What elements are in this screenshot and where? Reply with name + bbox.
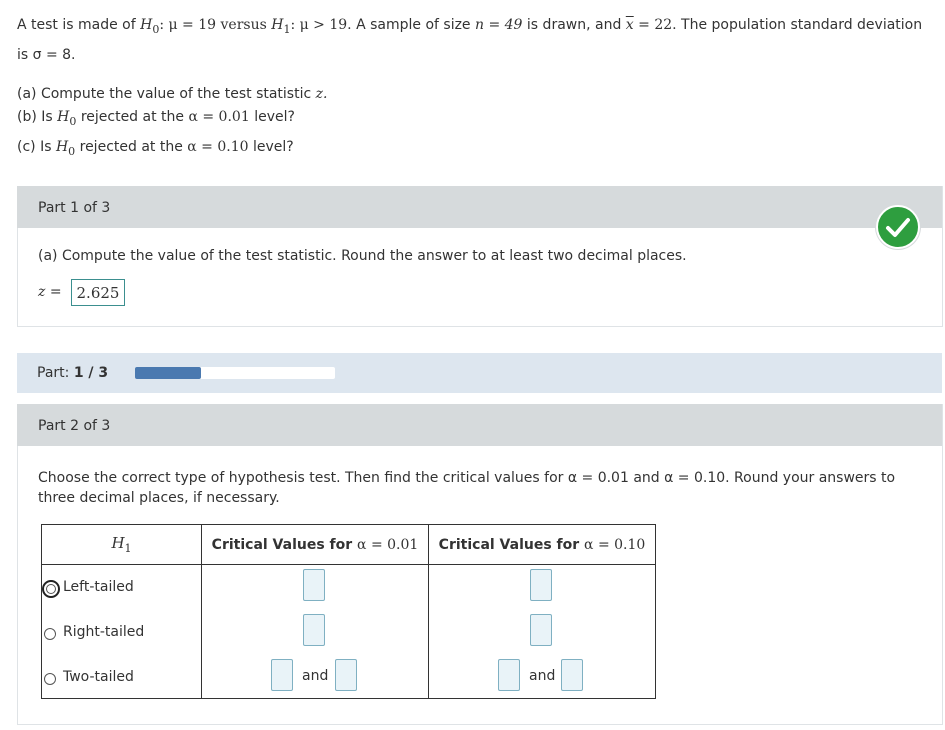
- cv-001-header-text: Critical Values for: [211, 536, 353, 553]
- cv-010-right-input[interactable]: [530, 614, 552, 646]
- question-c-h0: H: [55, 139, 69, 155]
- question-b: (b) Is H0 rejected at the α = 0.01 level…: [17, 109, 295, 128]
- part2-title: Part 2 of 3: [38, 418, 111, 434]
- radio-right-tailed[interactable]: [44, 628, 56, 640]
- question-c-prefix: (c) Is: [17, 139, 52, 155]
- z-answer-input[interactable]: 2.625: [71, 279, 125, 306]
- cv-010-header-alpha: α = 0.10: [584, 536, 646, 553]
- question-a: (a) Compute the value of the test statis…: [17, 86, 327, 102]
- sample-text: A sample of size: [351, 17, 475, 33]
- intro-text: A test is made of: [17, 17, 136, 33]
- question-b-h0: H: [57, 109, 70, 125]
- problem-line-1: A test is made of H0: μ = 19 versus H1: …: [17, 17, 922, 36]
- radio-left-tailed[interactable]: [42, 580, 60, 598]
- question-b-h0-sub: 0: [69, 114, 77, 128]
- cv-001-two-upper-input[interactable]: [335, 659, 357, 691]
- h1-symbol: H: [271, 17, 284, 33]
- z-label: z =: [38, 284, 62, 300]
- cv-001-and-label: and: [302, 668, 329, 684]
- option-two-tailed-label[interactable]: Two-tailed: [63, 669, 134, 685]
- h1-header-symbol: H: [111, 534, 125, 553]
- question-b-suffix: rejected at the: [80, 109, 185, 125]
- h0-statement: : μ = 19 versus: [159, 17, 267, 33]
- pop-text: The population standard deviation: [676, 17, 923, 33]
- cv-001-two-lower-input[interactable]: [271, 659, 293, 691]
- question-c-end: level?: [253, 139, 294, 155]
- part1-title: Part 1 of 3: [38, 200, 111, 216]
- question-b-alpha: α = 0.01: [188, 109, 250, 125]
- question-a-text: (a) Compute the value of the test statis…: [17, 86, 312, 102]
- cv-010-and-label: and: [529, 668, 556, 684]
- xbar-value: = 22.: [633, 17, 677, 33]
- cv-010-two-lower-input[interactable]: [498, 659, 520, 691]
- cv-010-header-text: Critical Values for: [438, 536, 580, 553]
- h1-statement: : μ > 19.: [290, 17, 352, 33]
- question-a-var: z.: [315, 86, 328, 102]
- cv-010-two-upper-input[interactable]: [561, 659, 583, 691]
- question-b-prefix: (b) Is: [17, 109, 53, 125]
- question-c: (c) Is H0 rejected at the α = 0.10 level…: [17, 139, 294, 158]
- cv-010-left-input[interactable]: [530, 569, 552, 601]
- question-b-end: level?: [254, 109, 295, 125]
- progress-bar-fill: [135, 367, 201, 379]
- cv-010-column-header: Critical Values for α = 0.10: [428, 524, 656, 565]
- radio-two-tailed[interactable]: [44, 673, 56, 685]
- part2-instruction-line1: Choose the correct type of hypothesis te…: [38, 470, 896, 486]
- h1-column-header: H1: [41, 524, 202, 565]
- progress-bar: [135, 367, 335, 379]
- part1-header: Part 1 of 3: [17, 186, 942, 228]
- n-expression: n = 49: [475, 17, 523, 33]
- drawn-text: is drawn, and: [522, 17, 626, 33]
- progress-value: 1 / 3: [73, 365, 109, 381]
- xbar-symbol: x: [625, 17, 634, 33]
- check-icon: [876, 205, 920, 249]
- h0-symbol: H: [140, 17, 153, 33]
- question-c-h0-sub: 0: [68, 144, 76, 158]
- cv-001-column-header: Critical Values for α = 0.01: [201, 524, 429, 565]
- option-left-tailed-label[interactable]: Left-tailed: [63, 579, 134, 595]
- h1-header-sub: 1: [124, 541, 132, 555]
- progress-label: Part: 1 / 3: [37, 365, 108, 381]
- progress-label-text: Part:: [37, 365, 70, 381]
- option-right-tailed-label[interactable]: Right-tailed: [63, 624, 144, 640]
- question-c-suffix: rejected at the: [79, 139, 183, 155]
- cv-001-header-alpha: α = 0.01: [357, 536, 419, 553]
- part2-header: Part 2 of 3: [17, 404, 942, 446]
- part2-instruction-line2: three decimal places, if necessary.: [38, 490, 280, 506]
- problem-line-2: is σ = 8.: [17, 47, 76, 63]
- cv-001-left-input[interactable]: [303, 569, 325, 601]
- part1-instruction: (a) Compute the value of the test statis…: [38, 248, 687, 264]
- cv-001-right-input[interactable]: [303, 614, 325, 646]
- question-c-alpha: α = 0.10: [187, 139, 249, 155]
